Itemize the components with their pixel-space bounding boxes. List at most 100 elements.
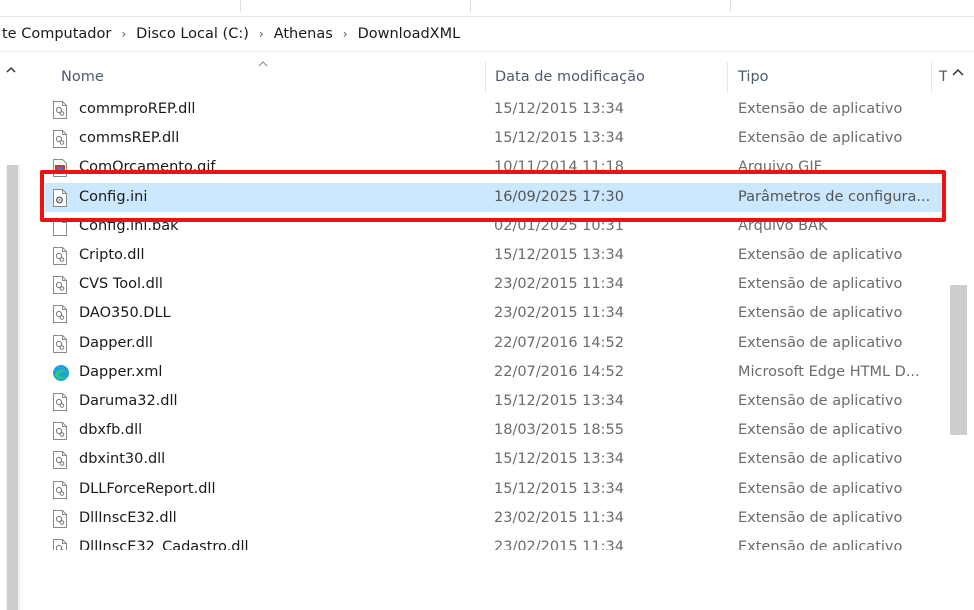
file-date-modified: 15/12/2015 13:34 bbox=[494, 241, 624, 270]
file-list-scrollbar[interactable] bbox=[947, 60, 974, 550]
dll-icon bbox=[52, 451, 68, 469]
dll-icon bbox=[52, 335, 68, 353]
file-date-modified: 23/02/2015 11:34 bbox=[494, 299, 624, 328]
column-divider[interactable] bbox=[727, 62, 728, 92]
file-name[interactable]: Config.ini.bak bbox=[79, 212, 178, 241]
file-row[interactable]: DllInscE32_Cadastro.dll 23/02/2015 11:34 E… bbox=[0, 533, 974, 550]
file-row[interactable]: commproREP.dll 15/12/2015 13:34 Extensão d… bbox=[0, 95, 974, 124]
file-row[interactable]: dbxfb.dll18/03/2015 18:55Extensão de apl… bbox=[0, 416, 974, 445]
chevron-right-icon[interactable]: › bbox=[335, 27, 356, 41]
dll-icon bbox=[52, 247, 68, 265]
dll-icon bbox=[52, 539, 68, 550]
file-name[interactable]: DAO350.DLL bbox=[79, 299, 171, 328]
file-type: Microsoft Edge HTML D... bbox=[738, 358, 920, 387]
file-type: Extensão de aplicativo bbox=[738, 329, 902, 358]
dll-icon bbox=[52, 481, 68, 499]
file-name[interactable]: Config.ini bbox=[79, 183, 147, 212]
file-type: Parâmetros de configura... bbox=[738, 183, 930, 212]
file-name[interactable]: Cripto.dll bbox=[79, 241, 145, 270]
file-name[interactable]: dbxint30.dll bbox=[79, 445, 165, 474]
file-type: Extensão de aplicativo bbox=[738, 504, 902, 533]
file-name[interactable]: dbxfb.dll bbox=[79, 416, 142, 445]
file-row[interactable]: dbxint30.dll 15/12/2015 13:34 Extensão de … bbox=[0, 445, 974, 474]
dll-icon bbox=[52, 422, 68, 440]
file-date-modified: 15/12/2015 13:34 bbox=[494, 475, 624, 504]
file-type: Arquivo BAK bbox=[738, 212, 828, 241]
file-row[interactable]: Dapper.xml 22/07/2016 14:52 Microsoft Edge… bbox=[0, 358, 974, 387]
file-type: Extensão de aplicativo bbox=[738, 445, 902, 474]
dll-icon bbox=[52, 130, 68, 148]
column-header: Nome Data de modificação Tipo T bbox=[0, 60, 974, 94]
file-date-modified: 15/12/2015 13:34 bbox=[494, 124, 624, 153]
breadcrumb-item-downloadxml[interactable]: DownloadXML bbox=[356, 26, 463, 42]
file-row[interactable]: Dapper.dll22/07/2016 14:52Extensão de ap… bbox=[0, 329, 974, 358]
file-type: Arquivo GIF bbox=[738, 153, 822, 182]
file-row[interactable]: DllInscE32.dll 23/02/2015 11:34 Extensão d… bbox=[0, 504, 974, 533]
ini-icon bbox=[52, 189, 68, 207]
column-header-name[interactable]: Nome bbox=[61, 60, 104, 94]
breadcrumb-item-local-disk[interactable]: Disco Local (C:) bbox=[134, 26, 251, 42]
file-type: Extensão de aplicativo bbox=[738, 475, 902, 504]
file-name[interactable]: Dapper.xml bbox=[79, 358, 162, 387]
breadcrumb-item-athenas[interactable]: Athenas bbox=[272, 26, 335, 42]
file-type: Extensão de aplicativo bbox=[738, 533, 902, 550]
file-row[interactable]: CVS Tool.dll 23/02/2015 11:34 Extensão de … bbox=[0, 270, 974, 299]
column-divider[interactable] bbox=[485, 62, 486, 92]
file-name[interactable]: DllInscE32.dll bbox=[79, 504, 177, 533]
file-name[interactable]: commproREP.dll bbox=[79, 95, 195, 124]
file-name[interactable]: DLLForceReport.dll bbox=[79, 475, 216, 504]
breadcrumb: te Computador › Disco Local (C:) › Athen… bbox=[0, 17, 974, 52]
file-row[interactable]: commsREP.dll15/12/2015 13:34Extensão de … bbox=[0, 124, 974, 153]
edge-icon bbox=[52, 364, 68, 382]
file-row[interactable]: Daruma32.dll 15/12/2015 13:34 Extensão de … bbox=[0, 387, 974, 416]
file-date-modified: 22/07/2016 14:52 bbox=[494, 358, 624, 387]
file-row[interactable]: DAO350.DLL 23/02/2015 11:34 Extensão de ap… bbox=[0, 299, 974, 328]
file-date-modified: 10/11/2014 11:18 bbox=[494, 153, 624, 182]
file-row[interactable]: Config.ini 16/09/2025 17:30 Parâmetros de … bbox=[0, 183, 974, 212]
scroll-up-arrow-icon[interactable] bbox=[952, 68, 964, 76]
file-type: Extensão de aplicativo bbox=[738, 95, 902, 124]
dll-icon bbox=[52, 393, 68, 411]
file-name[interactable]: DllInscE32_Cadastro.dll bbox=[79, 533, 249, 550]
dll-icon bbox=[52, 101, 68, 119]
blank-file-icon bbox=[52, 218, 68, 236]
chevron-right-icon[interactable]: › bbox=[251, 27, 272, 41]
file-type: Extensão de aplicativo bbox=[738, 241, 902, 270]
chevron-right-icon[interactable]: › bbox=[113, 27, 134, 41]
column-header-type[interactable]: Tipo bbox=[738, 60, 769, 94]
toolbar-segment bbox=[470, 0, 731, 12]
file-row[interactable]: ComOrcamento.gif 10/11/2014 11:18 Arquivo … bbox=[0, 153, 974, 182]
dll-icon bbox=[52, 510, 68, 528]
file-type: Extensão de aplicativo bbox=[738, 270, 902, 299]
file-date-modified: 15/12/2015 13:34 bbox=[494, 445, 624, 474]
file-name[interactable]: CVS Tool.dll bbox=[79, 270, 163, 299]
toolbar-segment bbox=[240, 0, 471, 12]
file-name[interactable]: Dapper.dll bbox=[79, 329, 153, 358]
file-date-modified: 15/12/2015 13:34 bbox=[494, 95, 624, 124]
toolbar-segment bbox=[0, 0, 241, 12]
column-divider[interactable] bbox=[931, 62, 932, 92]
top-toolbar-strip bbox=[0, 0, 974, 17]
file-type: Extensão de aplicativo bbox=[738, 387, 902, 416]
file-row[interactable]: Cripto.dll 15/12/2015 13:34 Extensão de ap… bbox=[0, 241, 974, 270]
file-date-modified: 23/02/2015 11:34 bbox=[494, 270, 624, 299]
dll-icon bbox=[52, 276, 68, 294]
file-name[interactable]: Daruma32.dll bbox=[79, 387, 178, 416]
file-date-modified: 15/12/2015 13:34 bbox=[494, 387, 624, 416]
scrollbar-thumb[interactable] bbox=[950, 285, 967, 435]
breadcrumb-item-computer[interactable]: te Computador bbox=[0, 26, 113, 42]
file-date-modified: 16/09/2025 17:30 bbox=[494, 183, 624, 212]
file-name[interactable]: ComOrcamento.gif bbox=[79, 153, 216, 182]
sort-ascending-icon bbox=[257, 60, 269, 68]
file-row[interactable]: Config.ini.bak 02/01/2025 10:31 Arquivo BA… bbox=[0, 212, 974, 241]
file-date-modified: 23/02/2015 11:34 bbox=[494, 533, 624, 550]
file-row[interactable]: DLLForceReport.dll 15/12/2015 13:34 Extens… bbox=[0, 475, 974, 504]
file-type: Extensão de aplicativo bbox=[738, 299, 902, 328]
file-date-modified: 23/02/2015 11:34 bbox=[494, 504, 624, 533]
file-name[interactable]: commsREP.dll bbox=[79, 124, 179, 153]
file-date-modified: 18/03/2015 18:55 bbox=[494, 416, 624, 445]
gif-icon bbox=[52, 159, 68, 177]
column-header-date[interactable]: Data de modificação bbox=[495, 60, 645, 94]
file-date-modified: 02/01/2025 10:31 bbox=[494, 212, 624, 241]
dll-icon bbox=[52, 305, 68, 323]
